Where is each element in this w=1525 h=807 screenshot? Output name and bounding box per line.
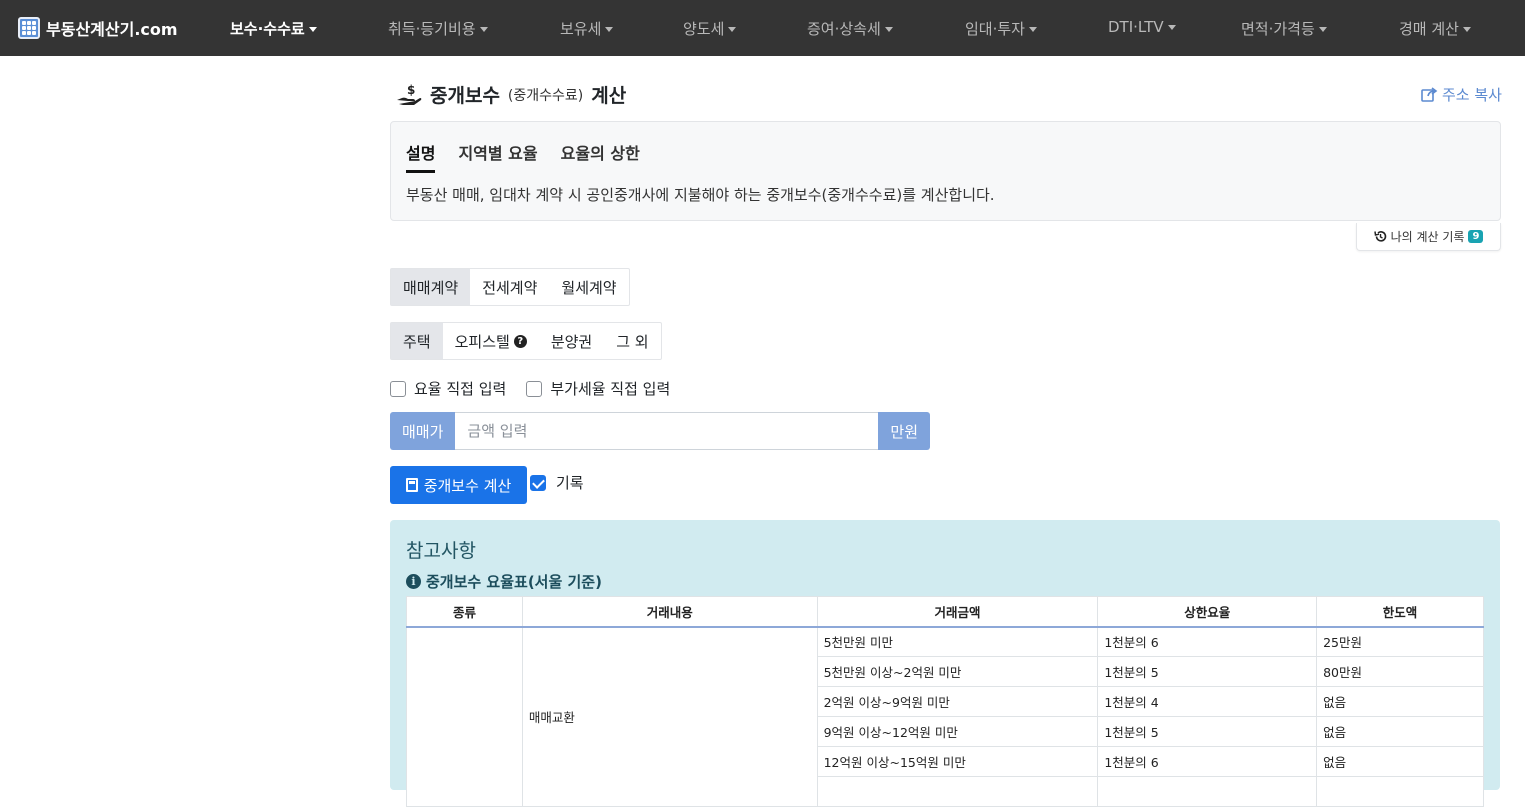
tab-regional-rates[interactable]: 지역별 요율	[458, 140, 537, 173]
nav-item-gift-tax[interactable]: 증여·상속세	[807, 18, 893, 39]
tab-rate-cap[interactable]: 요율의 상한	[561, 140, 640, 173]
svg-text:$: $	[407, 83, 415, 97]
nav-item-lease-invest[interactable]: 임대·투자	[965, 18, 1037, 39]
column-header: 종류	[406, 596, 523, 628]
limit-cell: 80만원	[1316, 656, 1484, 687]
info-circle-icon: i	[406, 574, 421, 589]
amount-cell	[816, 776, 1099, 807]
rate-table-heading: i 중개보수 요율표(서울 기준)	[406, 571, 602, 592]
calculator-icon	[18, 17, 40, 39]
rate-manual-checkbox[interactable]: 요율 직접 입력	[390, 378, 506, 399]
limit-cell: 25만원	[1316, 626, 1484, 657]
calculate-fee-button[interactable]: 중개보수 계산	[390, 466, 527, 504]
reference-panel: 참고사항 i 중개보수 요율표(서울 기준) 종류 거래내용 거래금액 상한요율…	[390, 520, 1500, 807]
rate-cell: 1천분의 5	[1097, 656, 1318, 687]
rate-cell	[1097, 776, 1318, 807]
column-header: 한도액	[1316, 596, 1484, 628]
property-house-button[interactable]: 주택	[391, 323, 443, 359]
caret-down-icon	[884, 27, 893, 32]
property-other-button[interactable]: 그 외	[604, 323, 660, 359]
caret-down-icon	[728, 27, 737, 32]
caret-down-icon	[1462, 27, 1471, 32]
property-presale-right-button[interactable]: 분양권	[539, 323, 604, 359]
rate-table: 종류 거래내용 거래금액 상한요율 한도액 매매교환 5천만원 미만 1천분의 …	[406, 596, 1484, 807]
checkbox-box[interactable]	[390, 380, 406, 397]
calculator-icon	[405, 478, 418, 492]
amount-cell: 12억원 이상~15억원 미만	[816, 746, 1099, 777]
reference-title: 참고사항	[406, 540, 476, 562]
price-prefix-label: 매매가	[390, 412, 456, 450]
contract-monthly-rent-button[interactable]: 월세계약	[549, 269, 628, 305]
history-count-badge: 9	[1468, 230, 1484, 243]
brand-name: 부동산계산기.com	[46, 20, 178, 39]
amount-cell: 5천만원 미만	[816, 626, 1099, 657]
info-tabs: 설명 지역별 요율 요율의 상한	[406, 140, 640, 173]
limit-cell: 없음	[1316, 716, 1484, 747]
copy-address-link[interactable]: 주소 복사	[1421, 84, 1502, 105]
price-unit-label: 만원	[878, 412, 930, 450]
caret-down-icon	[308, 27, 317, 32]
limit-cell: 없음	[1316, 686, 1484, 717]
tab-description[interactable]: 설명	[406, 140, 436, 173]
caret-down-icon	[1167, 25, 1176, 30]
amount-cell: 9억원 이상~12억원 미만	[816, 716, 1099, 747]
question-circle-icon[interactable]: ?	[513, 334, 527, 348]
caret-down-icon	[1028, 27, 1037, 32]
limit-cell: 없음	[1316, 746, 1484, 777]
rate-cell: 1천분의 4	[1097, 686, 1318, 717]
share-icon	[1421, 87, 1438, 102]
options-row: 요율 직접 입력 부가세율 직접 입력	[390, 378, 670, 399]
limit-cell	[1316, 776, 1484, 807]
caret-down-icon	[605, 27, 614, 32]
rate-cell: 1천분의 5	[1097, 716, 1318, 747]
hand-coin-icon: $	[397, 83, 422, 105]
nav-item-transfer-tax[interactable]: 양도세	[683, 18, 737, 39]
checkbox-checked[interactable]	[530, 474, 546, 491]
caret-down-icon	[479, 27, 488, 32]
history-icon	[1373, 231, 1386, 242]
table-row: 매매교환 5천만원 미만 1천분의 6 25만원	[406, 626, 1484, 807]
property-officetel-button[interactable]: 오피스텔 ?	[443, 323, 539, 359]
nav-item-auction[interactable]: 경매 계산	[1399, 18, 1471, 39]
top-navbar: 부동산계산기.com 보수·수수료 취득·등기비용 보유세 양도세 증여·상속세…	[0, 0, 1525, 56]
brand-logo[interactable]: 부동산계산기.com	[18, 16, 178, 40]
price-input-group: 매매가 만원	[390, 412, 930, 450]
property-type-group: 주택 오피스텔 ? 분양권 그 외	[390, 322, 662, 360]
description-text: 부동산 매매, 임대차 계약 시 공인중개사에 지불해야 하는 중개보수(중개수…	[406, 186, 995, 204]
contract-jeonse-button[interactable]: 전세계약	[470, 269, 549, 305]
nav-item-area-price[interactable]: 면적·가격등	[1241, 18, 1327, 39]
info-card: 설명 지역별 요율 요율의 상한 부동산 매매, 임대차 계약 시 공인중개사에…	[390, 121, 1501, 221]
nav-item-acquisition[interactable]: 취득·등기비용	[388, 18, 488, 39]
nav-item-holding-tax[interactable]: 보유세	[560, 18, 614, 39]
checkbox-box[interactable]	[526, 380, 543, 397]
column-header: 거래내용	[521, 596, 818, 628]
rate-cell: 1천분의 6	[1097, 626, 1318, 657]
price-input[interactable]	[455, 412, 879, 450]
record-checkbox[interactable]: 기록	[530, 472, 584, 493]
contract-sale-button[interactable]: 매매계약	[391, 269, 471, 305]
nav-item-dti-ltv[interactable]: DTI·LTV	[1108, 18, 1176, 36]
caret-down-icon	[1318, 27, 1327, 32]
page-title: $ 중개보수 (중개수수료) 계산	[396, 81, 626, 108]
rate-cell: 1천분의 6	[1097, 746, 1318, 777]
column-header: 거래금액	[816, 596, 1099, 628]
calc-history-button[interactable]: 나의 계산 기록 9	[1356, 223, 1501, 251]
amount-cell: 5천만원 이상~2억원 미만	[816, 656, 1099, 687]
nav-item-fees[interactable]: 보수·수수료	[230, 18, 317, 39]
vat-manual-checkbox[interactable]: 부가세율 직접 입력	[526, 378, 670, 399]
contract-type-group: 매매계약 전세계약 월세계약	[390, 268, 630, 306]
column-header: 상한요율	[1097, 596, 1318, 628]
amount-cell: 2억원 이상~9억원 미만	[816, 686, 1099, 717]
